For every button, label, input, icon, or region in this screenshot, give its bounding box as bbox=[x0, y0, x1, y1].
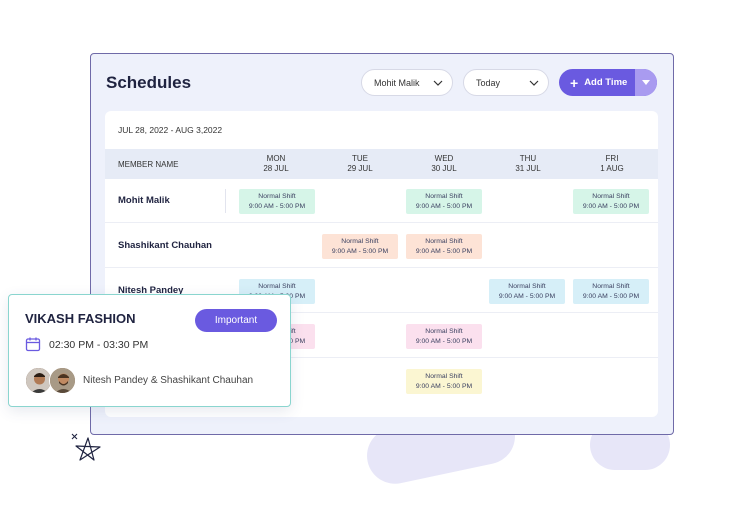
shift-label: Normal Shift bbox=[425, 238, 463, 245]
day-date: 28 JUL bbox=[263, 164, 289, 173]
shift-block[interactable]: Normal Shift 9:00 AM - 5:00 PM bbox=[406, 189, 482, 214]
event-popup-card[interactable]: VIKASH FASHION Important 02:30 PM - 03:3… bbox=[8, 294, 291, 407]
table-row: Mohit Malik Normal Shift 9:00 AM - 5:00 … bbox=[105, 179, 658, 223]
shift-time: 9:00 AM - 5:00 PM bbox=[415, 248, 473, 255]
member-column-header: MEMBER NAME bbox=[118, 160, 179, 169]
date-range: JUL 28, 2022 - AUG 3,2022 bbox=[118, 125, 223, 135]
shift-block[interactable]: Normal Shift 9:00 AM - 5:00 PM bbox=[573, 189, 649, 214]
shift-block[interactable]: Normal Shift 9:00 AM - 5:00 PM bbox=[406, 234, 482, 259]
member-select-value: Mohit Malik bbox=[374, 77, 420, 88]
day-date: 29 JUL bbox=[347, 164, 373, 173]
shift-label: Normal Shift bbox=[592, 193, 630, 200]
member-select[interactable]: Mohit Malik bbox=[361, 69, 453, 96]
day-date: 1 AUG bbox=[600, 164, 624, 173]
shift-block[interactable]: Normal Shift 9:00 AM - 5:00 PM bbox=[406, 369, 482, 394]
shift-time: 9:00 AM - 5:00 PM bbox=[415, 203, 473, 210]
day-date: 31 JUL bbox=[515, 164, 541, 173]
shift-label: Normal Shift bbox=[508, 283, 546, 290]
day-header-fri: FRI 1 AUG bbox=[570, 154, 654, 174]
add-time-main[interactable]: + Add Time bbox=[559, 69, 635, 96]
shift-block[interactable]: Normal Shift 9:00 AM - 5:00 PM bbox=[322, 234, 398, 259]
chevron-down-icon bbox=[529, 80, 539, 86]
shift-label: Normal Shift bbox=[258, 283, 296, 290]
shift-block[interactable]: Normal Shift 9:00 AM - 5:00 PM bbox=[489, 279, 565, 304]
table-row: Shashikant Chauhan Normal Shift 9:00 AM … bbox=[105, 224, 658, 268]
avatar bbox=[49, 367, 76, 394]
shift-time: 9:00 AM - 5:00 PM bbox=[498, 293, 556, 300]
shift-block[interactable]: Normal Shift 9:00 AM - 5:00 PM bbox=[406, 324, 482, 349]
shift-time: 9:00 AM - 5:00 PM bbox=[415, 383, 473, 390]
day-header-wed: WED 30 JUL bbox=[402, 154, 486, 174]
shift-time: 9:00 AM - 5:00 PM bbox=[415, 338, 473, 345]
shift-label: Normal Shift bbox=[425, 193, 463, 200]
event-title: VIKASH FASHION bbox=[25, 311, 136, 326]
day-name: WED bbox=[434, 154, 454, 163]
shift-label: Normal Shift bbox=[258, 193, 296, 200]
plus-icon: + bbox=[570, 74, 579, 91]
sparkle-star-icon bbox=[71, 433, 101, 461]
member-name: Mohit Malik bbox=[118, 195, 170, 206]
shift-label: Normal Shift bbox=[341, 238, 379, 245]
page-title: Schedules bbox=[106, 73, 192, 92]
important-badge[interactable]: Important bbox=[195, 309, 277, 332]
stage: Schedules Mohit Malik Today + Add Time J… bbox=[0, 0, 735, 519]
day-header-thu: THU 31 JUL bbox=[486, 154, 570, 174]
chevron-down-icon bbox=[433, 80, 443, 86]
shift-block[interactable]: Normal Shift 9:00 AM - 5:00 PM bbox=[573, 279, 649, 304]
day-name: MON bbox=[266, 154, 286, 163]
add-time-dropdown-button[interactable] bbox=[635, 69, 657, 96]
caret-down-icon bbox=[642, 79, 650, 85]
day-header-mon: MON 28 JUL bbox=[234, 154, 318, 174]
day-header-tue: TUE 29 JUL bbox=[318, 154, 402, 174]
divider bbox=[225, 189, 226, 213]
avatar bbox=[25, 367, 52, 394]
member-name: Shashikant Chauhan bbox=[118, 240, 212, 251]
shift-time: 9:00 AM - 5:00 PM bbox=[582, 203, 640, 210]
day-name: FRI bbox=[605, 154, 619, 163]
shift-label: Normal Shift bbox=[592, 283, 630, 290]
event-time: 02:30 PM - 03:30 PM bbox=[49, 339, 149, 351]
day-name: THU bbox=[519, 154, 537, 163]
shift-label: Normal Shift bbox=[425, 373, 463, 380]
calendar-icon bbox=[25, 337, 41, 352]
add-time-label: Add Time bbox=[584, 77, 628, 88]
shift-block[interactable]: Normal Shift 9:00 AM - 5:00 PM bbox=[239, 189, 315, 214]
table-header: MEMBER NAME MON 28 JUL TUE 29 JUL WED 30… bbox=[105, 149, 658, 179]
shift-time: 9:00 AM - 5:00 PM bbox=[248, 203, 306, 210]
day-date: 30 JUL bbox=[431, 164, 457, 173]
shift-label: Normal Shift bbox=[425, 328, 463, 335]
period-select-value: Today bbox=[476, 77, 501, 88]
period-select[interactable]: Today bbox=[463, 69, 549, 96]
day-name: TUE bbox=[352, 154, 368, 163]
shift-time: 9:00 AM - 5:00 PM bbox=[582, 293, 640, 300]
person-avatar-icon bbox=[50, 368, 75, 393]
add-time-button[interactable]: + Add Time bbox=[559, 69, 657, 96]
event-attendees: Nitesh Pandey & Shashikant Chauhan bbox=[83, 375, 254, 386]
shift-time: 9:00 AM - 5:00 PM bbox=[331, 248, 389, 255]
